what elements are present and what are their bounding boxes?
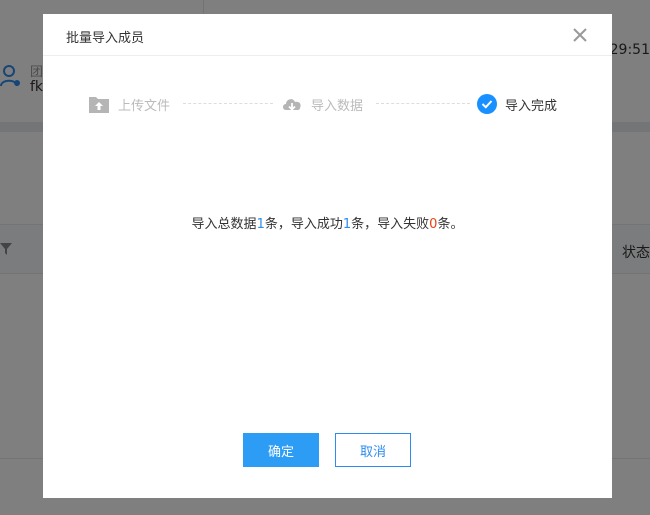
confirm-button[interactable]: 确定 <box>243 433 319 467</box>
step-upload-file: 上传文件 <box>88 93 170 115</box>
cloud-download-icon <box>283 99 301 111</box>
total-count: 1 <box>256 217 265 232</box>
step-import-complete: 导入完成 <box>477 93 557 115</box>
step-import-data: 导入数据 <box>281 93 363 115</box>
step-label: 导入完成 <box>505 98 558 114</box>
result-text: 条，导入失败 <box>351 217 430 232</box>
check-circle-icon <box>477 94 497 114</box>
result-text: 条，导入成功 <box>264 217 343 232</box>
dialog-header: 批量导入成员 <box>43 14 612 56</box>
close-icon[interactable] <box>570 25 590 45</box>
step-label: 导入数据 <box>311 98 364 114</box>
success-count: 1 <box>342 217 352 232</box>
step-label: 上传文件 <box>118 98 171 114</box>
step-connector <box>183 103 273 104</box>
step-connector <box>376 103 470 104</box>
upload-folder-icon <box>89 97 109 113</box>
batch-import-dialog: 批量导入成员 上传文件 导入数据 导入完成 导入总数据1条，导入成功1条，导入失… <box>43 14 612 498</box>
cancel-button[interactable]: 取消 <box>335 433 411 467</box>
import-result-message: 导入总数据1条，导入成功1条，导入失败0条。 <box>43 213 612 232</box>
dialog-title: 批量导入成员 <box>66 31 145 46</box>
result-text: 条。 <box>437 217 464 232</box>
result-text: 导入总数据 <box>191 217 257 232</box>
